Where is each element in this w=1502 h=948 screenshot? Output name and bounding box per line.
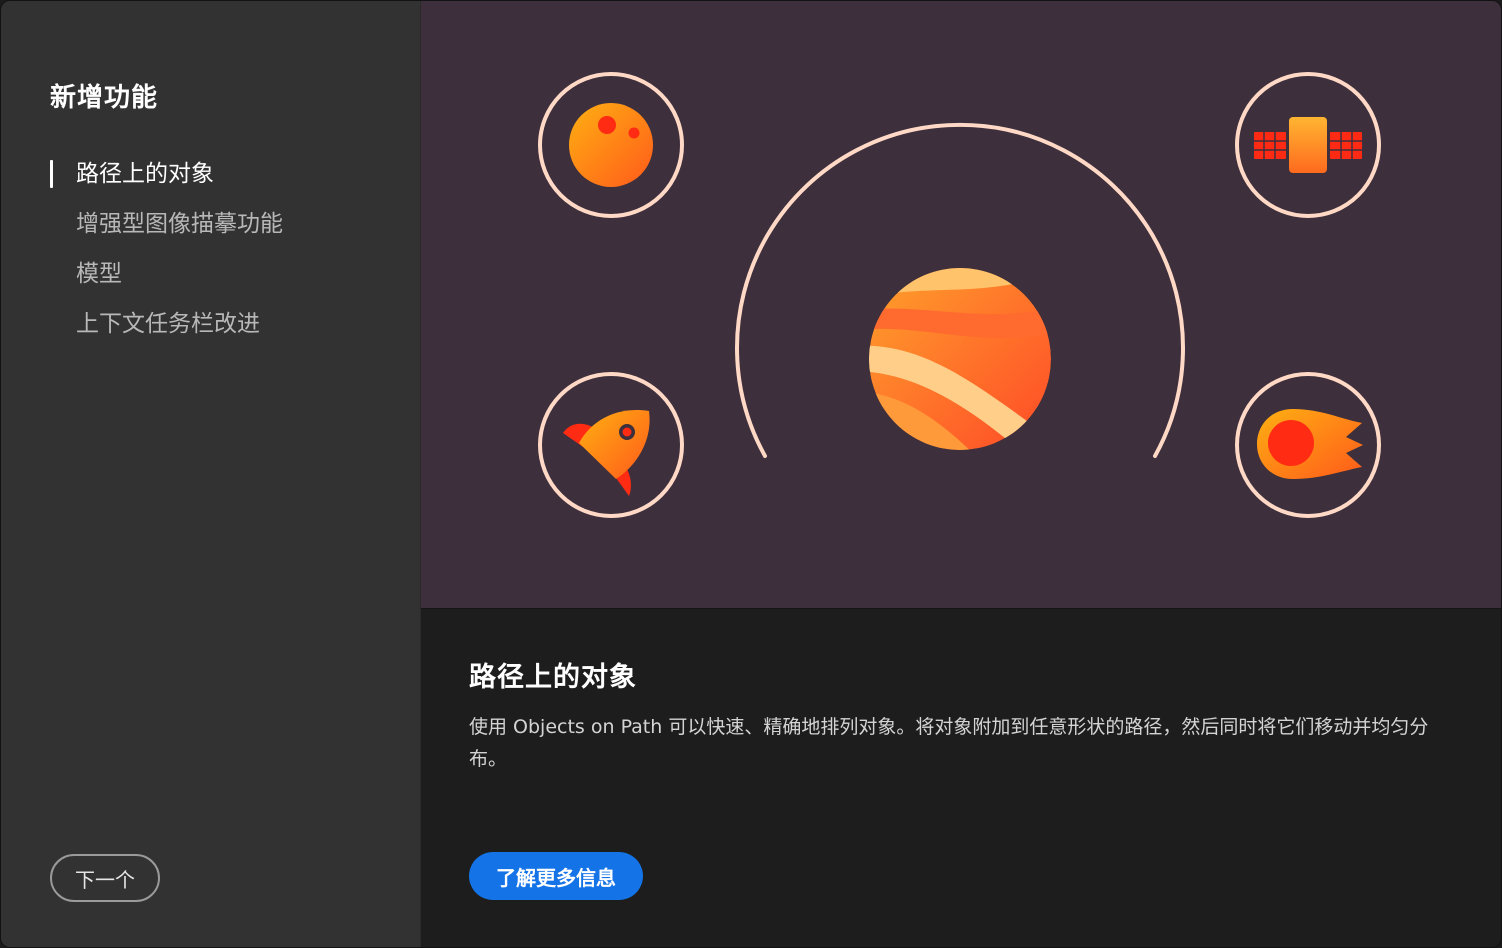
moon-icon bbox=[569, 103, 653, 187]
hero-svg bbox=[538, 72, 1381, 518]
sidebar: 新增功能 路径上的对象 增强型图像描摹功能 模型 上下文任务栏改进 下一个 bbox=[1, 1, 421, 947]
feature-description: 使用 Objects on Path 可以快速、精确地排列对象。将对象附加到任意… bbox=[469, 716, 1429, 770]
feature-list: 路径上的对象 增强型图像描摹功能 模型 上下文任务栏改进 bbox=[50, 151, 283, 351]
satellite-icon bbox=[1254, 117, 1362, 173]
rocket-icon bbox=[563, 410, 650, 496]
feature-item-objects-on-path[interactable]: 路径上的对象 bbox=[50, 151, 283, 201]
next-button[interactable]: 下一个 bbox=[50, 854, 160, 902]
feature-item-mockup[interactable]: 模型 bbox=[50, 251, 283, 301]
feature-item-image-trace[interactable]: 增强型图像描摹功能 bbox=[50, 201, 283, 251]
sidebar-title: 新增功能 bbox=[50, 83, 159, 113]
feature-item-contextual-taskbar[interactable]: 上下文任务栏改进 bbox=[50, 301, 283, 351]
feature-detail: 路径上的对象 使用 Objects on Path 可以快速、精确地排列对象。将… bbox=[421, 609, 1501, 947]
main-panel: 路径上的对象 使用 Objects on Path 可以快速、精确地排列对象。将… bbox=[421, 1, 1501, 947]
planet-icon bbox=[869, 268, 1051, 450]
hero-illustration bbox=[421, 1, 1501, 609]
learn-more-button[interactable]: 了解更多信息 bbox=[469, 852, 643, 900]
whats-new-window: 新增功能 路径上的对象 增强型图像描摹功能 模型 上下文任务栏改进 下一个 路径… bbox=[0, 0, 1502, 948]
feature-title: 路径上的对象 bbox=[469, 662, 637, 693]
comet-icon bbox=[1257, 409, 1363, 479]
